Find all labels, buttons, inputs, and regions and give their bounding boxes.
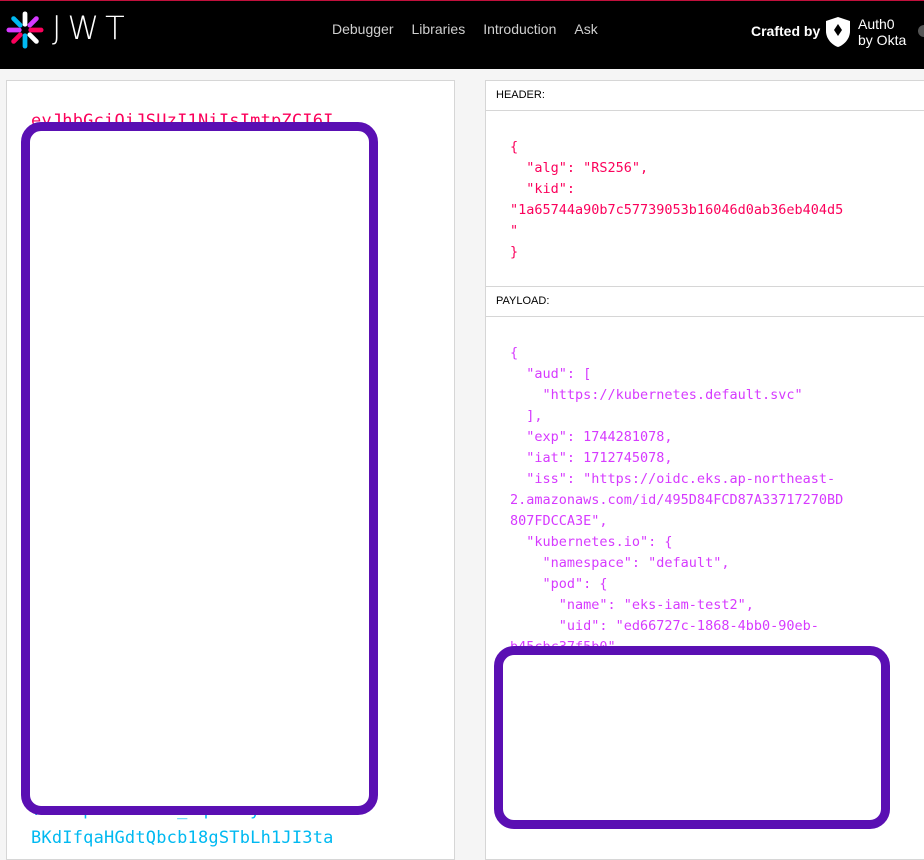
nav-libraries[interactable]: Libraries <box>412 21 466 37</box>
brand-line-1: Auth0 <box>858 16 895 32</box>
jwt-logo-icon[interactable] <box>6 11 44 49</box>
auth0-brand[interactable]: Auth0 by Okta <box>858 16 906 48</box>
encoded-signature-line-2[interactable]: BKdIfqaHGdtQbcb18gSTbLh1JI3ta <box>31 828 334 848</box>
toggle-icon[interactable] <box>918 25 924 37</box>
main-nav: Debugger Libraries Introduction Ask <box>332 21 598 37</box>
nav-debugger[interactable]: Debugger <box>332 21 394 37</box>
redaction-box-left <box>21 122 378 815</box>
nav-ask[interactable]: Ask <box>574 21 597 37</box>
crafted-by-label: Crafted by <box>751 23 821 39</box>
brand-line-2: by Okta <box>858 32 907 48</box>
header-section-label: HEADER: <box>486 81 924 111</box>
redaction-box-right <box>494 646 890 829</box>
header-json[interactable]: { "alg": "RS256", "kid": "1a65744a90b7c5… <box>510 137 843 263</box>
payload-section-label: PAYLOAD: <box>486 287 924 317</box>
logo-text[interactable]: JWT <box>52 9 131 47</box>
nav-introduction[interactable]: Introduction <box>483 21 556 37</box>
top-navigation-bar: JWT Debugger Libraries Introduction Ask … <box>0 0 924 69</box>
auth0-shield-icon[interactable] <box>824 16 852 48</box>
